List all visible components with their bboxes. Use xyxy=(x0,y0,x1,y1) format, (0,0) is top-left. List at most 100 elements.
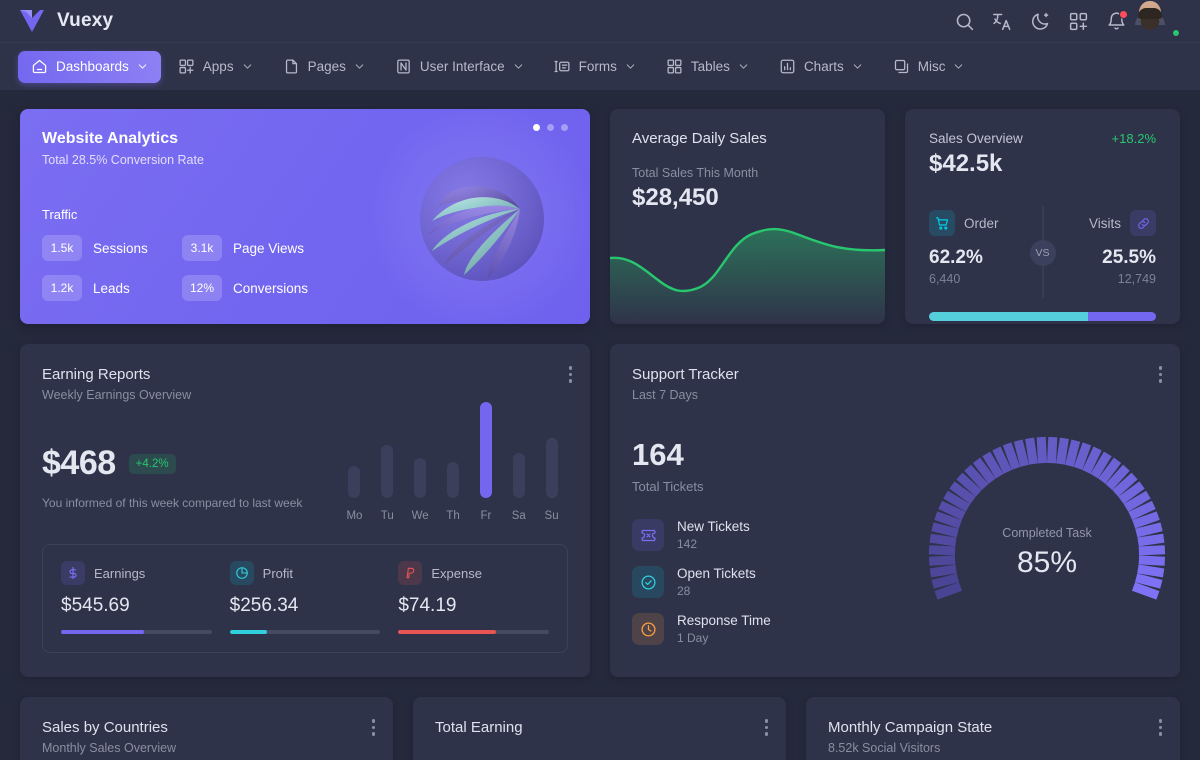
notification-badge xyxy=(1119,10,1128,19)
grid-shortcuts-icon[interactable] xyxy=(1068,11,1089,32)
sales-amount: $42.5k xyxy=(929,150,1156,178)
card-subtitle: Last 7 Days xyxy=(632,388,1158,402)
metric-value: $256.34 xyxy=(230,595,381,617)
copy-icon xyxy=(893,58,910,75)
metric-value: $74.19 xyxy=(398,595,549,617)
stat-value: 3.1k xyxy=(182,235,222,261)
sales-by-countries-menu-button[interactable] xyxy=(372,719,376,736)
nav-item-pages[interactable]: Pages xyxy=(270,51,378,83)
bar-label: Fr xyxy=(480,510,491,522)
sales-split-bar xyxy=(929,312,1156,321)
table-grid-icon xyxy=(666,58,683,75)
card-title: Average Daily Sales xyxy=(632,130,863,147)
support-items: New Tickets 142 Open Tickets 28 xyxy=(632,519,892,645)
translate-icon[interactable] xyxy=(992,11,1013,32)
nav-label: Dashboards xyxy=(56,59,129,74)
weekly-earnings-bar-chart: MoTuWeThFrSaSu xyxy=(332,402,568,522)
bar xyxy=(381,445,393,498)
bar xyxy=(480,402,492,498)
stat-label: Page Views xyxy=(233,241,304,256)
nav-label: Pages xyxy=(308,59,346,74)
metric-label: Earnings xyxy=(94,566,145,581)
earning-growth-badge: +4.2% xyxy=(129,454,176,474)
vuexy-logo-icon xyxy=(18,8,46,34)
earning-metrics: Earnings $545.69 Profit $256.34 xyxy=(42,544,568,653)
ticket-icon xyxy=(632,519,664,551)
nav-item-apps[interactable]: Apps xyxy=(165,51,266,83)
topbar-actions xyxy=(954,5,1180,37)
metric-label: Expense xyxy=(431,566,482,581)
moon-icon[interactable] xyxy=(1030,11,1051,32)
nav-item-tables[interactable]: Tables xyxy=(653,51,762,83)
sales-overview-header: Sales Overview +18.2% xyxy=(929,131,1156,146)
dollar-icon xyxy=(61,561,85,585)
bar-column: Su xyxy=(535,438,568,522)
gauge-tick xyxy=(936,587,960,596)
visits-count: 12,749 xyxy=(1043,272,1157,286)
gauge-tick xyxy=(1069,441,1075,466)
file-icon xyxy=(283,58,300,75)
nav-label: Tables xyxy=(691,59,730,74)
bar xyxy=(348,466,360,498)
card-title: Sales Overview xyxy=(929,131,1023,146)
support-item-name: New Tickets xyxy=(677,519,750,534)
main-navigation: Dashboards Apps Pages User Interface For… xyxy=(0,43,1200,90)
support-item-new-tickets: New Tickets 142 xyxy=(632,519,892,551)
bar-label: Mo xyxy=(346,510,362,522)
row-2: Earning Reports Weekly Earnings Overview… xyxy=(20,344,1180,677)
gauge-tick xyxy=(1018,441,1024,466)
bar-label: Tu xyxy=(381,510,394,522)
metric-progress xyxy=(61,630,212,634)
chevron-down-icon xyxy=(354,61,365,72)
nav-item-dashboards[interactable]: Dashboards xyxy=(18,51,161,83)
metric-profit: Profit $256.34 xyxy=(230,561,399,634)
bar xyxy=(513,453,525,498)
metric-earnings: Earnings $545.69 xyxy=(61,561,230,634)
carousel-dot-3[interactable] xyxy=(561,124,568,131)
nav-item-charts[interactable]: Charts xyxy=(766,51,876,83)
total-earning-menu-button[interactable] xyxy=(765,719,769,736)
top-bar: Vuexy xyxy=(0,0,1200,43)
card-title: Sales by Countries xyxy=(42,719,371,736)
bar-label: Sa xyxy=(512,510,526,522)
earning-reports-card: Earning Reports Weekly Earnings Overview… xyxy=(20,344,590,677)
nav-label: Apps xyxy=(203,59,234,74)
gauge-label: Completed Task xyxy=(922,526,1172,540)
nav-item-forms[interactable]: Forms xyxy=(541,51,649,83)
average-daily-sales-card: Average Daily Sales Total Sales This Mon… xyxy=(610,109,885,324)
card-title: Support Tracker xyxy=(632,366,1158,383)
chevron-down-icon xyxy=(625,61,636,72)
gauge-tick xyxy=(1041,437,1042,463)
search-icon[interactable] xyxy=(954,11,975,32)
chevron-down-icon xyxy=(738,61,749,72)
notifications-button[interactable] xyxy=(1106,11,1127,32)
card-subtitle: Weekly Earnings Overview xyxy=(42,388,568,402)
sales-delta-badge: +18.2% xyxy=(1112,131,1156,146)
link-icon xyxy=(1130,210,1156,236)
nav-item-misc[interactable]: Misc xyxy=(880,51,978,83)
brand[interactable]: Vuexy xyxy=(18,8,113,34)
monthly-campaign-menu-button[interactable] xyxy=(1159,719,1163,736)
earning-reports-menu-button[interactable] xyxy=(569,366,573,383)
pie-chart-icon xyxy=(230,561,254,585)
paypal-icon xyxy=(398,561,422,585)
earning-reports-body: $468 +4.2% You informed of this week com… xyxy=(42,402,568,522)
support-item-name: Response Time xyxy=(677,613,771,628)
website-analytics-card: Website Analytics Total 28.5% Conversion… xyxy=(20,109,590,324)
daily-sales-area-chart xyxy=(610,206,885,324)
metric-progress xyxy=(230,630,381,634)
bar-label: Su xyxy=(545,510,559,522)
layers-icon xyxy=(395,58,412,75)
completed-task-radial-gauge: Completed Task 85% xyxy=(922,430,1172,677)
support-tracker-menu-button[interactable] xyxy=(1159,366,1163,383)
gauge-tick xyxy=(1052,437,1053,463)
support-item-value: 142 xyxy=(677,537,750,551)
earning-amount: $468 xyxy=(42,444,116,483)
support-summary: 164 Total Tickets New Tickets 142 xyxy=(632,402,892,645)
apps-grid-icon xyxy=(178,58,195,75)
brand-name: Vuexy xyxy=(57,10,113,32)
nav-item-user-interface[interactable]: User Interface xyxy=(382,51,537,83)
card-subtitle: Monthly Sales Overview xyxy=(42,741,371,755)
avatar[interactable] xyxy=(1148,5,1180,37)
analytics-3d-illustration xyxy=(402,137,562,297)
